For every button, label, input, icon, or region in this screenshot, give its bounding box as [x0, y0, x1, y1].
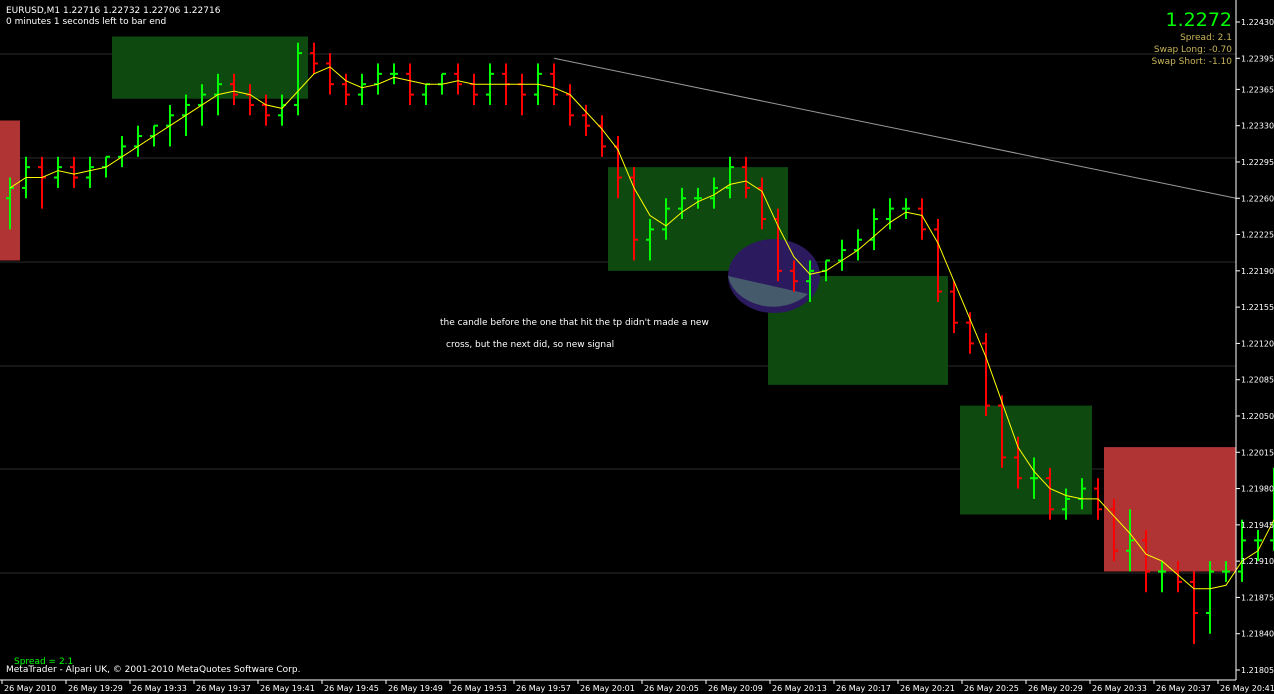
price-tick-13: 1.21980	[1241, 485, 1274, 494]
price-tick-18: 1.21805	[1241, 666, 1274, 675]
time-tick-16: 26 May 20:29	[1028, 684, 1083, 693]
time-tick-4: 26 May 19:41	[260, 684, 315, 693]
price-tick-1: 1.22395	[1241, 54, 1274, 63]
price-tick-5: 1.22260	[1241, 194, 1274, 203]
price-tick-0: 1.22430	[1241, 18, 1274, 27]
chart-background	[0, 0, 1274, 694]
time-tick-6: 26 May 19:49	[388, 684, 443, 693]
swap-long-info: Swap Long: -0.70	[1154, 45, 1232, 55]
price-chart[interactable]: 1.22430 1.22395 1.22365 1.22330 1.22295 1.222…	[0, 0, 1274, 694]
time-tick-0: 26 May 2010	[4, 684, 56, 693]
price-tick-2: 1.22365	[1241, 85, 1274, 94]
swap-short-info: Swap Short: -1.10	[1152, 57, 1233, 67]
time-tick-5: 26 May 19:45	[324, 684, 379, 693]
time-tick-1: 26 May 19:29	[68, 684, 123, 693]
symbol-line: EURUSD,M1 1.22716 1.22732 1.22706 1.2271…	[6, 6, 221, 16]
price-tick-17: 1.21840	[1241, 630, 1274, 639]
price-tick-3: 1.22330	[1241, 122, 1274, 131]
price-tick-8: 1.22155	[1241, 303, 1274, 312]
time-tick-17: 26 May 20:33	[1092, 684, 1147, 693]
price-tick-14: 1.21945	[1241, 521, 1274, 530]
annotation-line-2: cross, but the next did, so new signal	[446, 340, 614, 350]
time-tick-3: 26 May 19:37	[196, 684, 251, 693]
spread-info: Spread: 2.1	[1180, 33, 1232, 43]
time-tick-18: 26 May 20:37	[1156, 684, 1211, 693]
time-tick-7: 26 May 19:53	[452, 684, 507, 693]
time-tick-19: 26 May 20:41	[1220, 684, 1274, 693]
price-tick-15: 1.21910	[1241, 557, 1274, 566]
price-tick-12: 1.22015	[1241, 448, 1274, 457]
time-tick-2: 26 May 19:33	[132, 684, 187, 693]
time-tick-11: 26 May 20:09	[708, 684, 763, 693]
price-tick-7: 1.22190	[1241, 267, 1274, 276]
price-tick-4: 1.22295	[1241, 158, 1274, 167]
time-tick-14: 26 May 20:21	[900, 684, 955, 693]
price-tick-16: 1.21875	[1241, 593, 1274, 602]
zone-sell-5	[1104, 447, 1236, 572]
time-tick-8: 26 May 19:57	[516, 684, 571, 693]
time-tick-12: 26 May 20:13	[772, 684, 827, 693]
price-tick-6: 1.22225	[1241, 231, 1274, 240]
time-tick-13: 26 May 20:17	[836, 684, 891, 693]
time-tick-9: 26 May 20:01	[580, 684, 635, 693]
annotation-line-1: the candle before the one that hit the t…	[440, 318, 709, 328]
price-tick-10: 1.22085	[1241, 376, 1274, 385]
current-price: 1.2272	[1166, 9, 1232, 31]
price-tick-9: 1.22120	[1241, 339, 1274, 348]
zone-buy-0	[112, 36, 308, 99]
bar-timer: 0 minutes 1 seconds left to bar end	[6, 17, 166, 27]
time-tick-15: 26 May 20:25	[964, 684, 1019, 693]
price-tick-11: 1.22050	[1241, 412, 1274, 421]
time-tick-10: 26 May 20:05	[644, 684, 699, 693]
copyright: MetaTrader - Alpari UK, © 2001-2010 Meta…	[6, 665, 300, 675]
